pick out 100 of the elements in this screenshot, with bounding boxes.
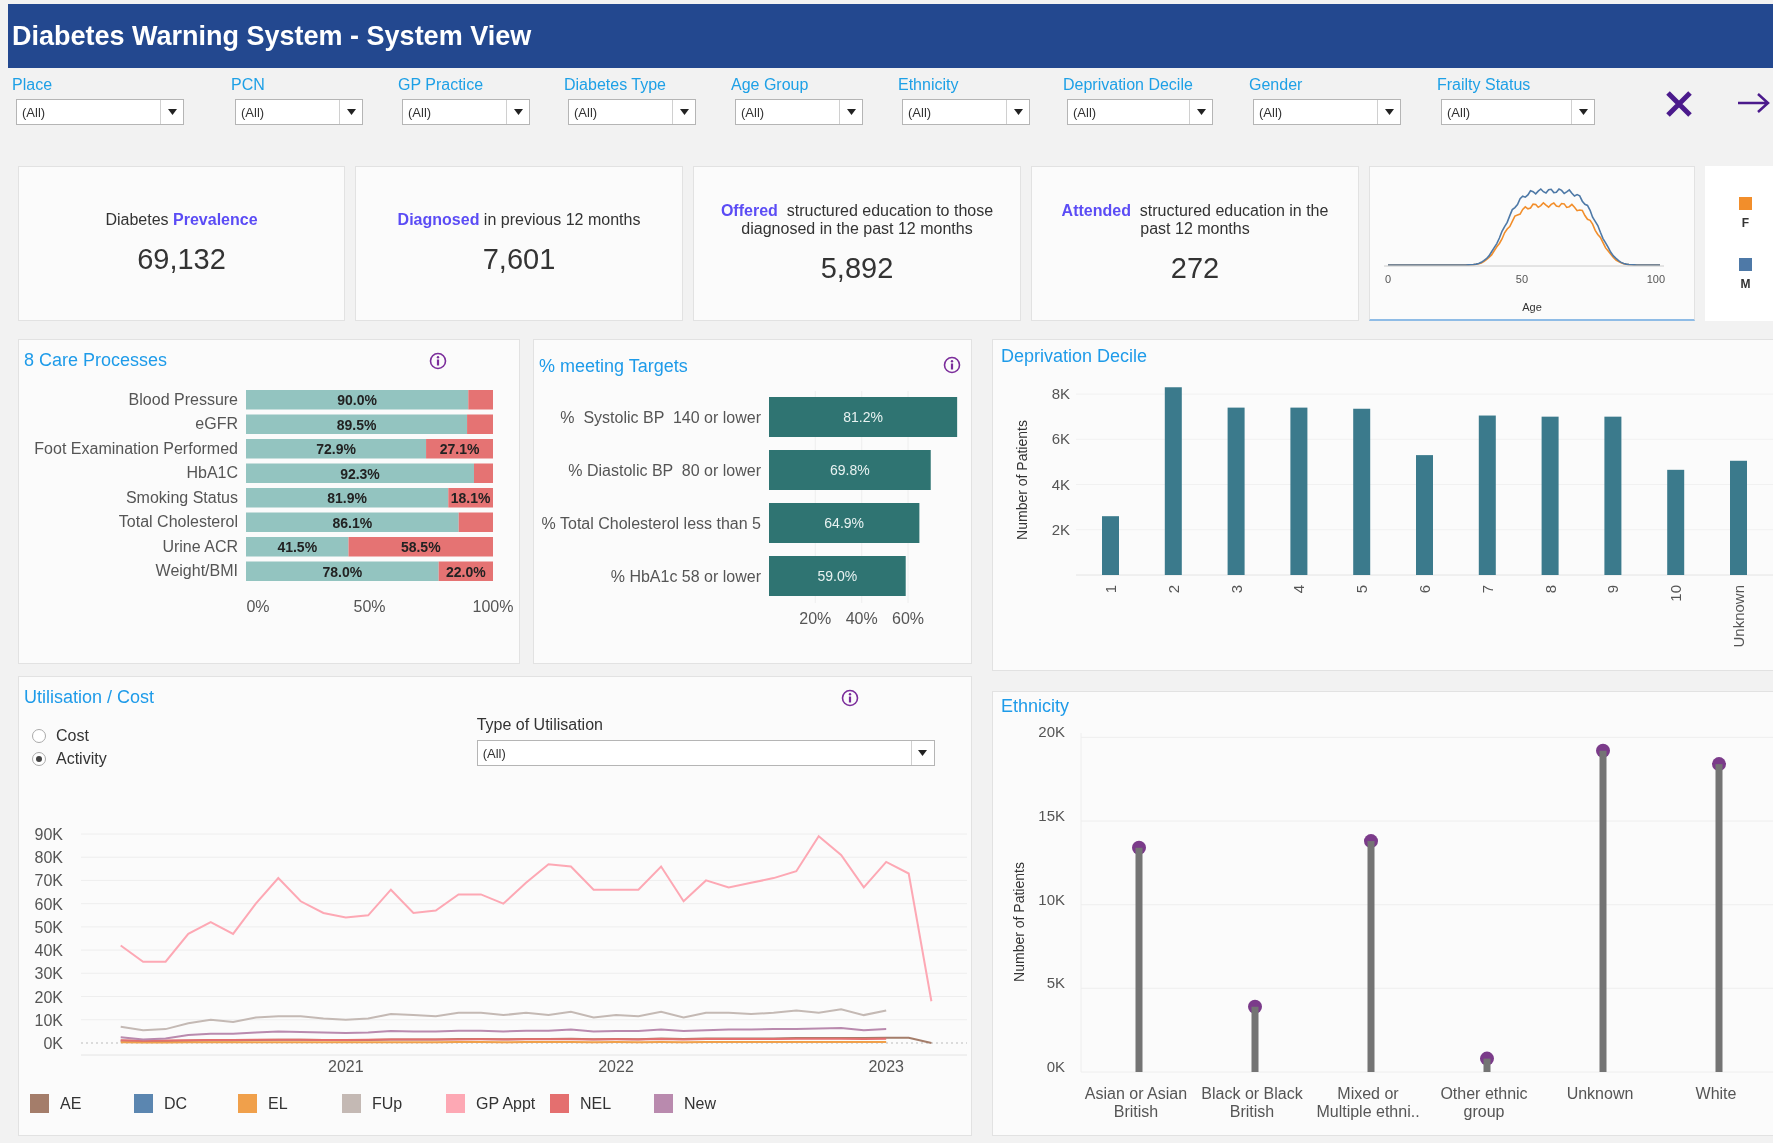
axis-tick-label: 15K	[1038, 807, 1065, 824]
axis-tick-label: 5	[1353, 585, 1371, 594]
filter-label: Gender	[1249, 76, 1303, 94]
info-icon[interactable]	[841, 689, 859, 707]
category-label: % HbA1c 58 or lower	[610, 566, 761, 587]
axis-tick-label: 20K	[34, 988, 63, 1006]
caret-icon	[1013, 109, 1023, 115]
axis-tick-label: 30K	[34, 965, 63, 983]
filter-dropdown[interactable]: (All)	[568, 99, 696, 125]
panel-title: Deprivation Decile	[1001, 346, 1148, 367]
data-label: 41.5%	[277, 539, 318, 555]
axis-tick-label: 1	[1102, 585, 1119, 594]
axis-tick-label: 6K	[1051, 430, 1070, 448]
caret-icon	[167, 109, 177, 115]
radio-option[interactable]: Activity	[32, 747, 107, 770]
axis-tick-label: 4	[1290, 585, 1308, 594]
axis-tick-label: 100	[1646, 273, 1666, 285]
filter-label: PCN	[231, 76, 265, 94]
kpi-value: 7,601	[482, 243, 556, 276]
legend-label: F	[1741, 215, 1750, 230]
panel-title: Ethnicity	[1001, 696, 1070, 717]
caret-icon	[679, 109, 689, 115]
axis-tick-label: Other ethnic group	[1439, 1085, 1529, 1122]
data-label: 58.5%	[400, 539, 441, 555]
dashboard-title: Diabetes Warning System - System View	[12, 20, 532, 52]
axis-tick-label: 70K	[34, 872, 63, 890]
axis-tick-label: 2022	[598, 1058, 634, 1075]
category-label: Urine ACR	[162, 536, 238, 556]
axis-tick-label: 50K	[34, 918, 63, 936]
filter-dropdown[interactable]: (All)	[16, 99, 184, 125]
axis-tick-label: 8K	[1051, 385, 1070, 403]
axis-tick-label: 20K	[1038, 727, 1065, 741]
data-label: 18.1%	[450, 490, 491, 506]
caret-icon	[1384, 109, 1394, 115]
axis-tick-label: 8	[1541, 585, 1559, 594]
data-label: 72.9%	[316, 441, 356, 457]
axis-tick-label: 5K	[1046, 974, 1065, 992]
kpi-title: Diagnosed in previous 12 months	[396, 211, 642, 229]
close-button[interactable]	[1665, 90, 1693, 118]
caret-icon	[846, 109, 856, 115]
axis-tick-label: 0	[1384, 273, 1392, 285]
filter-dropdown[interactable]: (All)	[235, 99, 363, 125]
filter-label: Diabetes Type	[564, 76, 666, 94]
caret-icon	[1578, 109, 1588, 115]
panel-title: Utilisation / Cost	[24, 687, 155, 708]
filter-dropdown[interactable]: (All)	[402, 99, 530, 125]
legend-label: EL	[268, 1094, 288, 1113]
axis-tick-label: 9	[1604, 585, 1622, 594]
axis-tick-label: 2K	[1051, 520, 1070, 538]
bar	[1102, 516, 1119, 575]
axis-tick-label: Mixed or Multiple ethni..	[1315, 1085, 1421, 1122]
data-label: 69.8%	[830, 462, 870, 478]
category-label: % Diastolic BP 80 or lower	[568, 460, 761, 481]
filter-label: Frailty Status	[1437, 76, 1531, 94]
axis-tick-label: 4K	[1051, 475, 1070, 493]
info-icon[interactable]	[943, 356, 961, 374]
axis-tick-label: 20%	[799, 610, 832, 627]
filter-dropdown[interactable]: (All)	[1067, 99, 1213, 125]
category-label: HbA1C	[186, 463, 238, 483]
data-label: 90.0%	[337, 392, 377, 408]
legend-label: AE	[60, 1094, 82, 1113]
panel-title: 8 Care Processes	[24, 350, 168, 371]
data-label: 59.0%	[817, 568, 858, 584]
panel-title: % meeting Targets	[539, 356, 688, 377]
axis-tick-label: 3	[1227, 585, 1245, 594]
axis-tick-label: 60K	[34, 895, 63, 913]
axis-tick-label: 10	[1667, 585, 1685, 602]
axis-tick-label: 50%	[353, 598, 386, 615]
filter-label: Type of Utilisation	[476, 716, 603, 734]
legend-label: DC	[164, 1094, 188, 1113]
axis-tick-label: 2021	[328, 1058, 364, 1075]
radio-option[interactable]: Cost	[32, 724, 89, 747]
axis-tick-label: Unknown	[1565, 1085, 1635, 1104]
axis-tick-label: 40%	[845, 610, 878, 627]
arrow-right-icon[interactable]	[1737, 92, 1771, 114]
category-label: % Total Cholesterol less than 5	[541, 513, 761, 534]
caret-icon	[513, 109, 523, 115]
axis-tick-label: 0%	[246, 598, 270, 615]
filter-dropdown[interactable]: (All)	[476, 740, 935, 766]
axis-tick-label: 40K	[34, 942, 63, 960]
axis-tick-label: 60%	[892, 610, 925, 627]
filter-dropdown[interactable]: (All)	[735, 99, 863, 125]
category-label: Total Cholesterol	[118, 512, 238, 532]
filter-label: GP Practice	[398, 76, 484, 94]
axis-tick-label: 90K	[34, 826, 63, 843]
axis-tick-label: 6	[1416, 585, 1433, 594]
info-icon[interactable]	[429, 352, 447, 370]
axis-tick-label: White	[1694, 1085, 1738, 1104]
filter-label: Place	[12, 76, 53, 94]
axis-tick-label: 100%	[472, 598, 514, 615]
filter-dropdown[interactable]: (All)	[902, 99, 1030, 125]
category-label: Smoking Status	[125, 487, 238, 507]
axis-tick-label: 50	[1515, 273, 1529, 285]
axis-tick-label: 0K	[1046, 1058, 1065, 1075]
data-label: 22.0%	[446, 563, 486, 580]
filter-dropdown[interactable]: (All)	[1441, 99, 1595, 125]
axis-tick-label: 0K	[43, 1035, 63, 1052]
category-label: % Systolic BP 140 or lower	[560, 407, 761, 428]
legend-label: M	[1740, 276, 1751, 291]
filter-dropdown[interactable]: (All)	[1253, 99, 1401, 125]
